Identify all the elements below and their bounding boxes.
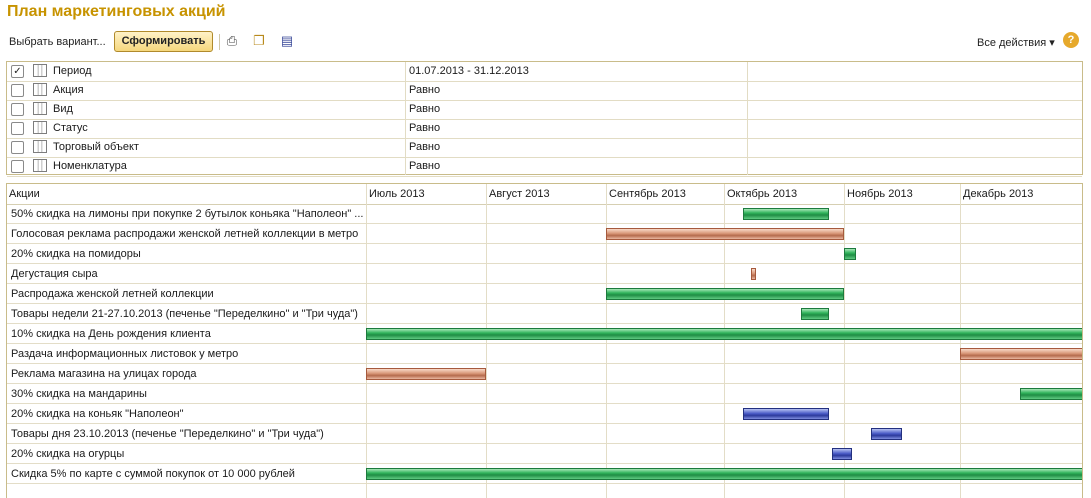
promotion-name: 50% скидка на лимоны при покупке 2 бутыл… bbox=[11, 208, 364, 220]
gantt-row[interactable]: 20% скидка на помидоры bbox=[7, 244, 1082, 264]
filter-row: ✓ Период 01.07.2013 - 31.12.2013 bbox=[7, 62, 1082, 82]
gantt-row-empty bbox=[7, 484, 1082, 498]
promotion-name: 20% скидка на помидоры bbox=[11, 248, 141, 260]
filter-field-icon bbox=[33, 140, 47, 153]
gantt-bar[interactable] bbox=[606, 288, 844, 300]
filter-value[interactable]: Равно bbox=[409, 122, 440, 134]
filter-name: Номенклатура bbox=[53, 160, 127, 172]
gantt-bar[interactable] bbox=[366, 368, 486, 380]
page-title: План маркетинговых акций bbox=[7, 3, 226, 20]
filter-row: Акция Равно bbox=[7, 81, 1082, 101]
filter-field-icon bbox=[33, 121, 47, 134]
filter-name: Торговый объект bbox=[53, 141, 139, 153]
promotion-name: 20% скидка на коньяк "Наполеон" bbox=[11, 408, 184, 420]
filter-name: Период bbox=[53, 65, 92, 77]
gantt-bar[interactable] bbox=[960, 348, 1082, 360]
gantt-bar[interactable] bbox=[871, 428, 902, 440]
month-header: Октябрь 2013 bbox=[724, 184, 844, 204]
save-icon[interactable]: ▤ bbox=[279, 33, 295, 49]
filter-row: Статус Равно bbox=[7, 119, 1082, 139]
promotion-name: 30% скидка на мандарины bbox=[11, 388, 147, 400]
month-header: Июль 2013 bbox=[366, 184, 486, 204]
filter-checkbox[interactable] bbox=[11, 103, 24, 116]
promotion-name: Товары недели 21-27.10.2013 (печенье "Пе… bbox=[11, 308, 358, 320]
filter-checkbox[interactable] bbox=[11, 122, 24, 135]
filter-value[interactable]: Равно bbox=[409, 103, 440, 115]
promotion-name: Дегустация сыра bbox=[11, 268, 98, 280]
gantt-row[interactable]: Дегустация сыра bbox=[7, 264, 1082, 284]
promotion-name: Товары дня 23.10.2013 (печенье "Переделк… bbox=[11, 428, 324, 440]
promotion-name: Скидка 5% по карте с суммой покупок от 1… bbox=[11, 468, 295, 480]
gantt-bar[interactable] bbox=[743, 208, 829, 220]
gantt-bar[interactable] bbox=[832, 448, 852, 460]
filter-field-icon bbox=[33, 83, 47, 96]
filter-checkbox[interactable]: ✓ bbox=[11, 65, 24, 78]
all-actions-menu[interactable]: Все действия ▾ bbox=[977, 36, 1055, 49]
filter-field-icon bbox=[33, 159, 47, 172]
gantt-bar[interactable] bbox=[743, 408, 829, 420]
gantt-header: Акции Июль 2013 Август 2013 Сентябрь 2013 О… bbox=[7, 184, 1082, 205]
filter-value[interactable]: Равно bbox=[409, 141, 440, 153]
filter-row: Вид Равно bbox=[7, 100, 1082, 120]
promotion-name: Реклама магазина на улицах города bbox=[11, 368, 197, 380]
gantt-bar[interactable] bbox=[801, 308, 829, 320]
gantt-bar[interactable] bbox=[366, 328, 1082, 340]
gantt-row[interactable]: 20% скидка на огурцы bbox=[7, 444, 1082, 464]
month-header: Декабрь 2013 bbox=[960, 184, 1082, 204]
gantt-row[interactable]: Реклама магазина на улицах города bbox=[7, 364, 1082, 384]
gantt-bar[interactable] bbox=[844, 248, 856, 260]
filter-value[interactable]: 01.07.2013 - 31.12.2013 bbox=[409, 65, 529, 77]
promotion-name: 20% скидка на огурцы bbox=[11, 448, 125, 460]
filter-checkbox[interactable] bbox=[11, 141, 24, 154]
gantt-bar[interactable] bbox=[606, 228, 844, 240]
gantt-row[interactable]: Товары дня 23.10.2013 (печенье "Переделк… bbox=[7, 424, 1082, 444]
filter-row: Номенклатура Равно bbox=[7, 157, 1082, 177]
filter-row: Торговый объект Равно bbox=[7, 138, 1082, 158]
gantt-row[interactable]: 50% скидка на лимоны при покупке 2 бутыл… bbox=[7, 204, 1082, 224]
promotion-name: Голосовая реклама распродажи женской лет… bbox=[11, 228, 359, 240]
filter-settings-table: ✓ Период 01.07.2013 - 31.12.2013 Акция Равно… bbox=[6, 61, 1083, 177]
filter-value[interactable]: Равно bbox=[409, 160, 440, 172]
choose-variant-button[interactable]: Выбрать вариант... bbox=[9, 36, 106, 48]
gantt-row[interactable]: 20% скидка на коньяк "Наполеон" bbox=[7, 404, 1082, 424]
run-report-button[interactable]: Сформировать bbox=[114, 31, 213, 52]
filter-field-icon bbox=[33, 64, 47, 77]
filter-value[interactable]: Равно bbox=[409, 84, 440, 96]
gantt-bar[interactable] bbox=[1020, 388, 1082, 400]
promotion-name: Раздача информационных листовок у метро bbox=[11, 348, 239, 360]
gantt-row[interactable]: Товары недели 21-27.10.2013 (печенье "Пе… bbox=[7, 304, 1082, 324]
gantt-row[interactable]: Раздача информационных листовок у метро bbox=[7, 344, 1082, 364]
promotion-name: Распродажа женской летней коллекции bbox=[11, 288, 214, 300]
help-button[interactable]: ? bbox=[1063, 32, 1079, 48]
filter-checkbox[interactable] bbox=[11, 84, 24, 97]
filter-name: Акция bbox=[53, 84, 84, 96]
filter-name: Статус bbox=[53, 122, 88, 134]
filter-name: Вид bbox=[53, 103, 73, 115]
toolbar-separator bbox=[219, 34, 220, 50]
chevron-down-icon: ▾ bbox=[1049, 37, 1055, 49]
month-header: Сентябрь 2013 bbox=[606, 184, 724, 204]
gantt-row[interactable]: Распродажа женской летней коллекции bbox=[7, 284, 1082, 304]
month-header: Август 2013 bbox=[486, 184, 606, 204]
printer-icon[interactable]: ⎙ bbox=[224, 33, 240, 49]
actions-column-header: Акции bbox=[9, 188, 40, 200]
month-header: Ноябрь 2013 bbox=[844, 184, 960, 204]
gantt-row[interactable]: Голосовая реклама распродажи женской лет… bbox=[7, 224, 1082, 244]
toolbar: Выбрать вариант... Сформировать ⎙ ❐ ▤ Вс… bbox=[0, 30, 1091, 54]
filter-checkbox[interactable] bbox=[11, 160, 24, 173]
gantt-row[interactable]: 30% скидка на мандарины bbox=[7, 384, 1082, 404]
promotion-name: 10% скидка на День рождения клиента bbox=[11, 328, 211, 340]
gantt-bar[interactable] bbox=[751, 268, 757, 280]
gantt-bar[interactable] bbox=[366, 468, 1082, 480]
filter-field-icon bbox=[33, 102, 47, 115]
all-actions-label: Все действия bbox=[977, 37, 1047, 49]
copy-icon[interactable]: ❐ bbox=[251, 33, 267, 49]
gantt-chart: Акции Июль 2013 Август 2013 Сентябрь 2013 О… bbox=[6, 183, 1083, 498]
